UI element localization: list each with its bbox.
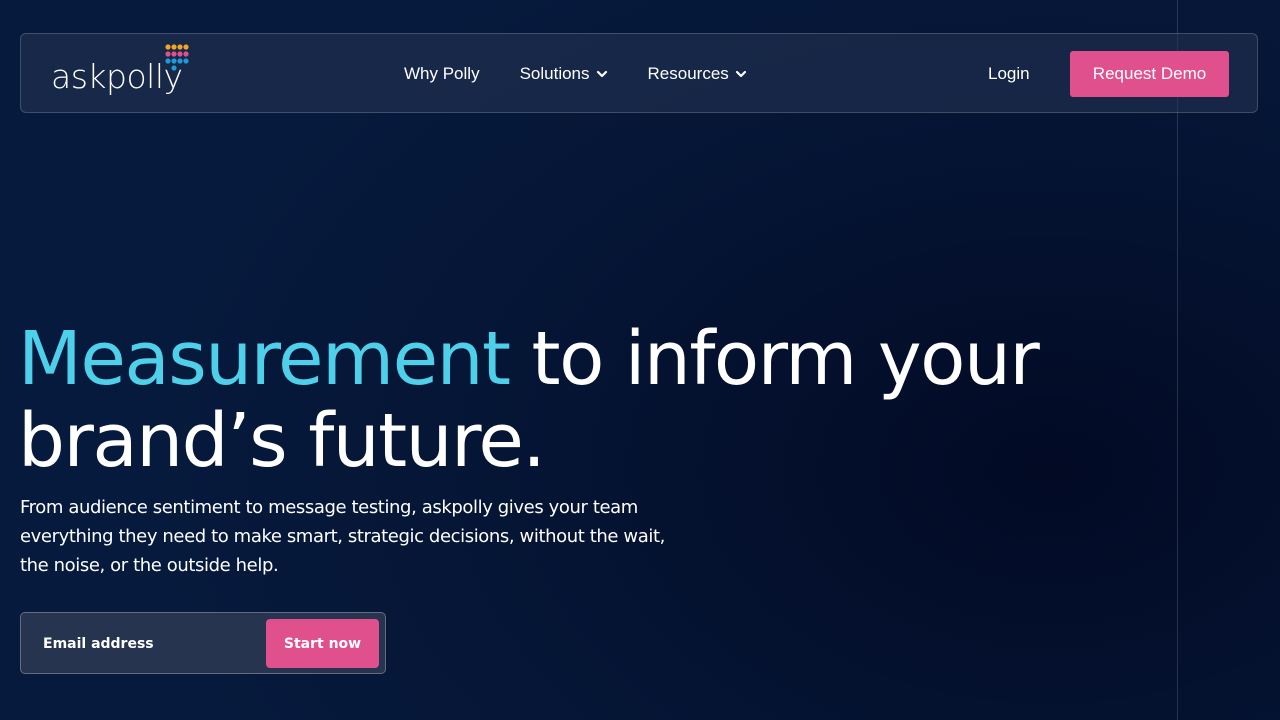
hero-title: Measurement to inform your brand’s futur…: [18, 318, 1118, 482]
start-now-button[interactable]: Start now: [266, 619, 379, 668]
login-link[interactable]: Login: [988, 34, 1030, 114]
hero-subtitle: From audience sentiment to message testi…: [20, 497, 665, 576]
top-navbar: askpolly Why Polly Solutions Resources L…: [20, 33, 1258, 113]
chevron-down-icon: [596, 70, 607, 78]
hero-title-accent: Measurement: [18, 316, 511, 402]
nav-item-label: Solutions: [519, 64, 590, 83]
nav-item-label: Why Polly: [404, 64, 480, 83]
logo-wordmark: askpolly: [51, 57, 183, 96]
email-field[interactable]: [33, 621, 258, 667]
askpolly-logo[interactable]: askpolly: [51, 44, 196, 104]
request-demo-button[interactable]: Request Demo: [1070, 51, 1229, 97]
nav-item-label: Resources: [647, 64, 729, 83]
chevron-down-icon: [735, 70, 746, 78]
main-nav: Why Polly Solutions Resources: [404, 34, 787, 114]
nav-item-resources[interactable]: Resources: [648, 64, 747, 84]
email-signup-form: Start now: [20, 612, 386, 674]
logo-dots-icon: [165, 44, 189, 71]
nav-item-solutions[interactable]: Solutions: [520, 64, 608, 84]
nav-item-why-polly[interactable]: Why Polly: [404, 64, 480, 84]
